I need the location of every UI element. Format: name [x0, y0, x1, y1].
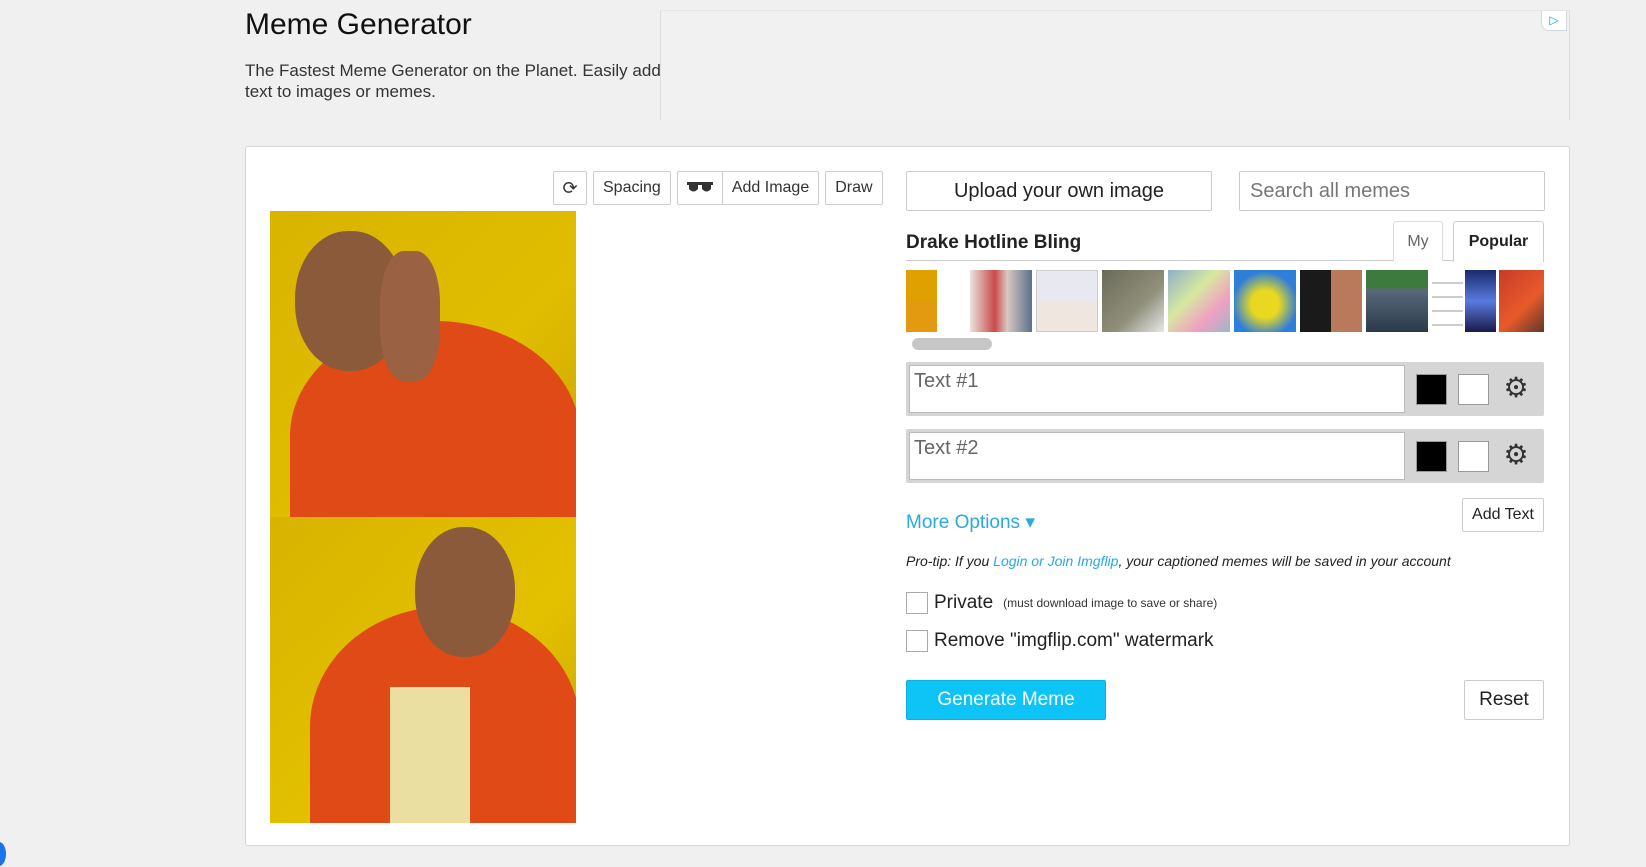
adchoices-icon[interactable]: ▷ — [1541, 11, 1567, 31]
meme-thumbnail[interactable] — [1234, 270, 1296, 332]
meme-thumbnail[interactable] — [1036, 270, 1098, 332]
browser-indicator — [0, 842, 6, 866]
outline-color-swatch[interactable] — [1416, 374, 1447, 405]
private-label: Private — [934, 592, 994, 613]
meme-thumbnail-strip — [906, 270, 1544, 332]
meme-thumbnail[interactable] — [1168, 270, 1230, 332]
meme-editor-panel: ⟳ Spacing Add Image Draw Upload your own… — [245, 146, 1570, 846]
page-description: The Fastest Meme Generator on the Planet… — [245, 61, 661, 101]
draw-button[interactable]: Draw — [825, 171, 883, 205]
face-shape — [415, 527, 515, 657]
outline-color-swatch[interactable] — [1416, 441, 1447, 472]
meme-thumbnail[interactable] — [1102, 270, 1164, 332]
hand-shape — [380, 251, 440, 381]
meme-thumbnail[interactable] — [1432, 270, 1463, 332]
watermark-option: Remove "imgflip.com" watermark — [906, 630, 1214, 652]
more-options-label: More Options — [906, 512, 1021, 533]
generate-meme-button[interactable]: Generate Meme — [906, 680, 1106, 720]
text-box-row-2: ⚙ — [906, 429, 1544, 483]
shirt-shape — [390, 687, 470, 823]
add-image-label: Add Image — [721, 172, 818, 204]
sunglasses-icon-svg — [686, 182, 713, 192]
upload-image-button[interactable]: Upload your own image — [906, 171, 1212, 211]
private-note: (must download image to save or share) — [1003, 596, 1218, 610]
spacing-button[interactable]: Spacing — [593, 171, 671, 205]
ad-banner[interactable]: ▷ — [660, 10, 1570, 120]
text-box-1-input[interactable] — [909, 365, 1405, 413]
page-header: Meme Generator The Fastest Meme Generato… — [245, 0, 665, 102]
tab-my[interactable]: My — [1393, 221, 1443, 261]
gear-icon[interactable]: ⚙ — [1501, 373, 1531, 403]
meme-thumbnail[interactable] — [1300, 270, 1362, 332]
meme-panel-bottom — [270, 517, 576, 823]
image-toolbar: ⟳ Spacing Add Image Draw — [553, 171, 883, 205]
text-box-2-input[interactable] — [909, 432, 1405, 480]
meme-preview-image[interactable] — [270, 211, 576, 823]
meme-thumbnail[interactable] — [906, 270, 937, 332]
fill-color-swatch[interactable] — [1458, 374, 1489, 405]
page-title: Meme Generator — [245, 8, 472, 41]
login-join-link[interactable]: Login or Join Imgflip — [993, 553, 1118, 569]
meme-thumbnail[interactable] — [970, 270, 1032, 332]
search-memes-input[interactable] — [1239, 171, 1545, 211]
meme-thumbnail[interactable] — [1465, 270, 1496, 332]
thumbnail-scrollbar[interactable] — [912, 338, 992, 350]
more-options-link[interactable]: More Options ▾ — [906, 511, 1035, 534]
watermark-label: Remove "imgflip.com" watermark — [934, 630, 1214, 651]
private-checkbox[interactable] — [906, 592, 928, 614]
meme-panel-top — [270, 211, 576, 517]
text-box-row-1: ⚙ — [906, 362, 1544, 416]
rotate-button[interactable]: ⟳ — [553, 171, 587, 205]
meme-thumbnail[interactable] — [1499, 270, 1544, 332]
remove-watermark-checkbox[interactable] — [906, 630, 928, 652]
private-option: Private (must download image to save or … — [906, 592, 1217, 614]
reset-button[interactable]: Reset — [1464, 680, 1544, 720]
meme-thumbnail[interactable] — [1366, 270, 1428, 332]
sunglasses-icon — [678, 172, 722, 204]
fill-color-swatch[interactable] — [1458, 441, 1489, 472]
add-image-button[interactable]: Add Image — [676, 171, 820, 205]
gear-icon[interactable]: ⚙ — [1501, 440, 1531, 470]
rotate-icon: ⟳ — [562, 177, 578, 198]
pro-tip: Pro-tip: If you Login or Join Imgflip, y… — [906, 553, 1451, 569]
selected-meme-name: Drake Hotline Bling — [906, 232, 1082, 253]
protip-suffix: , your captioned memes will be saved in … — [1118, 553, 1451, 569]
protip-prefix: Pro-tip: If you — [906, 553, 994, 569]
tab-popular[interactable]: Popular — [1453, 221, 1544, 262]
add-text-button[interactable]: Add Text — [1462, 498, 1544, 532]
chevron-down-icon: ▾ — [1025, 512, 1035, 533]
